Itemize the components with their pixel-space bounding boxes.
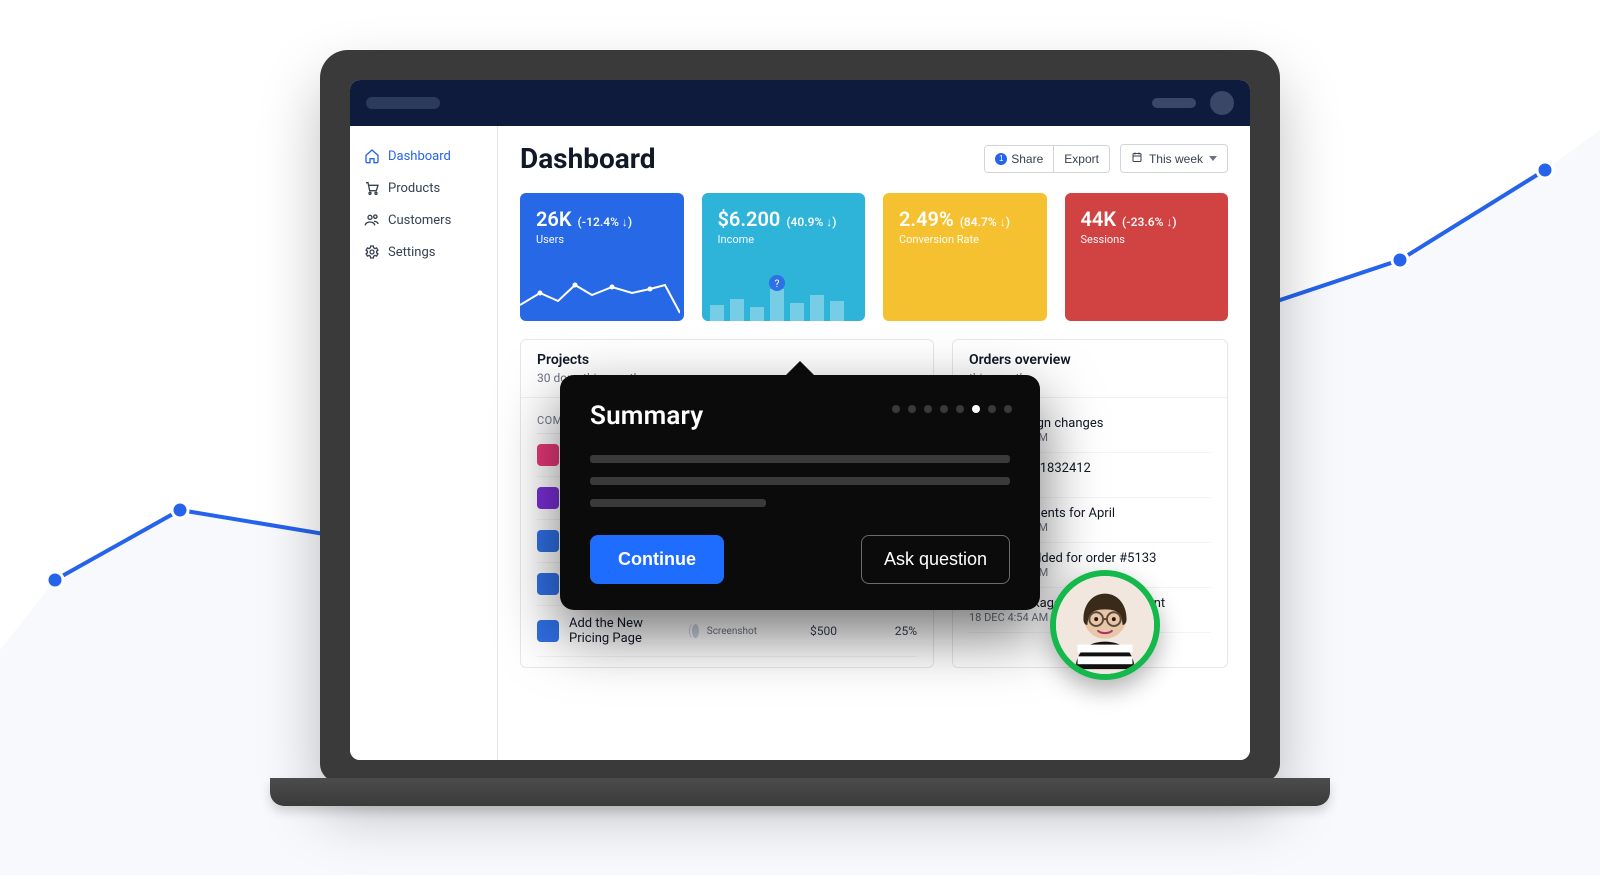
orders-title: Orders overview: [969, 352, 1211, 368]
topbar-pill: [1152, 98, 1196, 108]
app-topbar: [350, 80, 1250, 126]
calendar-icon: [1131, 151, 1143, 166]
sidebar-item-label: Dashboard: [388, 149, 451, 164]
stat-delta: (-12.4% ↓): [578, 215, 633, 229]
project-completion: 25%: [847, 624, 917, 638]
step-indicator[interactable]: [892, 405, 1012, 413]
project-swatch: [537, 487, 559, 509]
stat-delta: (-23.6% ↓): [1122, 215, 1177, 229]
users-icon: [364, 212, 380, 228]
share-badge: 1: [995, 153, 1007, 165]
stat-delta: (84.7% ↓): [960, 215, 1010, 229]
home-icon: [364, 148, 380, 164]
stat-value: 2.49%: [899, 207, 954, 231]
project-swatch: [537, 444, 559, 466]
sidebar-item-products[interactable]: Products: [350, 172, 497, 204]
sidebar-item-customers[interactable]: Customers: [350, 204, 497, 236]
screenshot-tag: Screenshot: [707, 626, 757, 637]
ask-question-button[interactable]: Ask question: [861, 535, 1010, 584]
project-swatch: [537, 530, 559, 552]
agent-avatar[interactable]: [1050, 570, 1160, 680]
stat-card-conversion[interactable]: 2.49% (84.7% ↓) Conversion Rate: [883, 193, 1047, 321]
export-label: Export: [1064, 152, 1099, 166]
stat-value: $6.200: [718, 207, 781, 231]
projects-title: Projects: [537, 352, 917, 368]
export-button[interactable]: Export: [1054, 146, 1109, 172]
sidebar-item-dashboard[interactable]: Dashboard: [350, 140, 497, 172]
stat-card-users[interactable]: 26K (-12.4% ↓) Users: [520, 193, 684, 321]
stat-value: 26K: [536, 207, 572, 231]
project-row[interactable]: Add the New Pricing Page Screenshot $500…: [537, 606, 917, 657]
page-title: Dashboard: [520, 142, 656, 175]
chevron-down-icon: [1209, 156, 1217, 161]
stat-label: Users: [536, 233, 668, 246]
date-filter-label: This week: [1149, 152, 1203, 166]
share-button[interactable]: 1 Share: [985, 146, 1054, 172]
stat-cards: 26K (-12.4% ↓) Users $6.200 (40.9% ↓): [520, 193, 1228, 321]
project-swatch: [537, 573, 559, 595]
cart-icon: [364, 180, 380, 196]
gear-icon: [364, 244, 380, 260]
project-members: Screenshot: [687, 622, 757, 640]
sparkline-icon: [520, 265, 680, 321]
project-swatch: [537, 620, 559, 642]
stat-label: Conversion Rate: [899, 233, 1031, 246]
continue-button[interactable]: Continue: [590, 535, 724, 584]
brand-placeholder: [366, 97, 440, 109]
sidebar-item-label: Settings: [388, 245, 435, 260]
stat-delta: (40.9% ↓): [786, 215, 836, 229]
sidebar-item-label: Customers: [388, 213, 451, 228]
svg-text:?: ?: [774, 279, 779, 290]
sidebar-item-settings[interactable]: Settings: [350, 236, 497, 268]
popover-body-placeholder: [590, 455, 1010, 507]
stat-card-income[interactable]: $6.200 (40.9% ↓) Income ?: [702, 193, 866, 321]
date-filter-button[interactable]: This week: [1120, 144, 1228, 173]
stat-label: Income: [718, 233, 850, 246]
avatar-icon: [690, 622, 701, 640]
summary-popover: Summary Continue Ask question: [560, 375, 1040, 610]
sidebar: Dashboard Products Customers: [350, 126, 498, 760]
share-label: Share: [1011, 152, 1043, 166]
stat-label: Sessions: [1081, 233, 1213, 246]
topbar-avatar[interactable]: [1210, 91, 1234, 115]
share-export-segment: 1 Share Export: [984, 145, 1110, 173]
bars-icon: ?: [702, 265, 862, 321]
stat-value: 44K: [1081, 207, 1117, 231]
project-budget: $500: [767, 624, 837, 638]
project-name: Add the New Pricing Page: [569, 616, 677, 646]
sidebar-item-label: Products: [388, 181, 440, 196]
stat-card-sessions[interactable]: 44K (-23.6% ↓) Sessions: [1065, 193, 1229, 321]
